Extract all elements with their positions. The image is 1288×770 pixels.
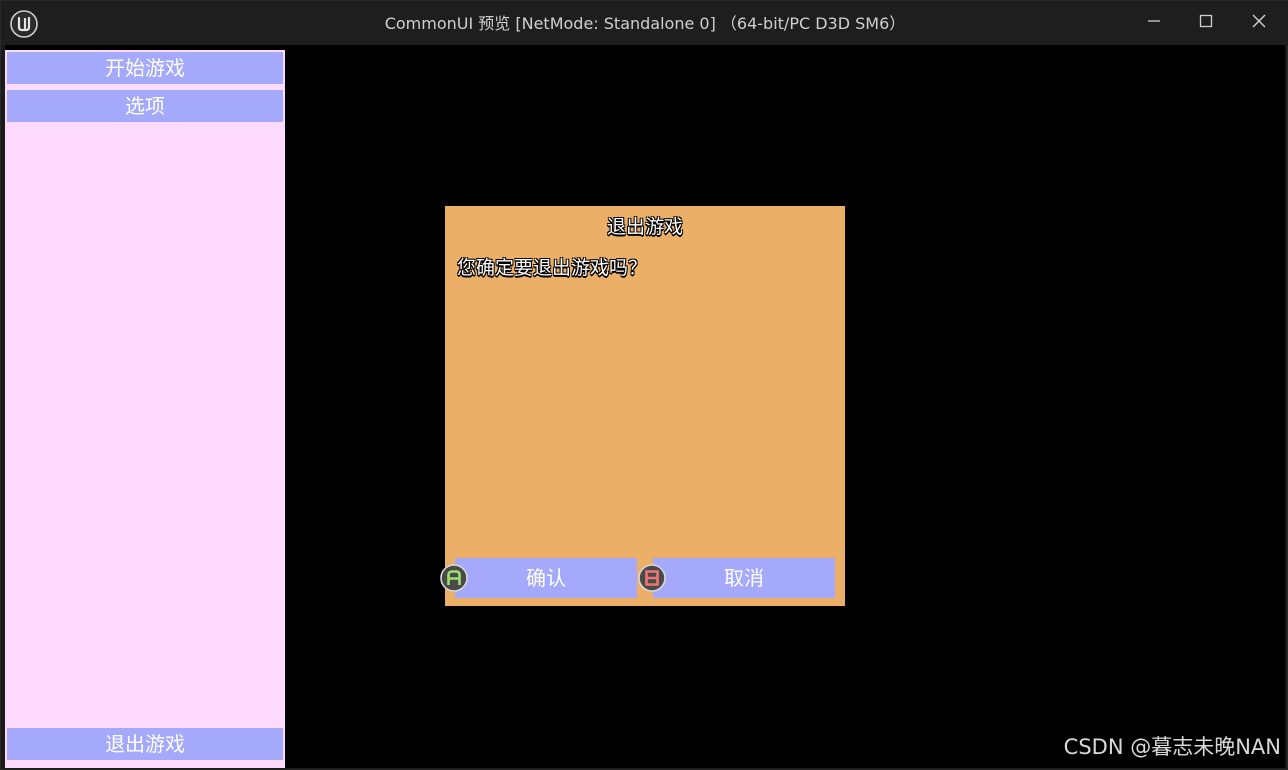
quit-game-button[interactable]: 退出游戏 <box>7 728 283 760</box>
main-menu-sidebar: 开始游戏 选项 退出游戏 <box>5 50 285 768</box>
title-bar[interactable]: CommonUI 预览 [NetMode: Standalone 0] （64-… <box>1 1 1288 45</box>
start-game-button[interactable]: 开始游戏 <box>7 52 283 84</box>
editor-window: CommonUI 预览 [NetMode: Standalone 0] （64-… <box>0 0 1288 770</box>
window-title: CommonUI 预览 [NetMode: Standalone 0] （64-… <box>384 14 906 33</box>
gamepad-a-button-icon <box>440 564 468 592</box>
minimize-icon <box>1148 20 1160 22</box>
maximize-button[interactable] <box>1186 7 1226 35</box>
dialog-title: 退出游戏 <box>606 216 683 238</box>
close-icon <box>1252 14 1266 28</box>
game-viewport: 开始游戏 选项 退出游戏 退出游戏 您确定要退出游戏吗？ 确认 取消 CSDN … <box>5 45 1285 768</box>
confirm-button[interactable]: 确认 <box>455 558 637 598</box>
minimize-button[interactable] <box>1134 7 1174 35</box>
dialog-message: 您确定要退出游戏吗？ <box>457 257 648 279</box>
options-button[interactable]: 选项 <box>7 90 283 122</box>
quit-confirm-dialog: 退出游戏 您确定要退出游戏吗？ 确认 取消 <box>440 206 845 606</box>
gamepad-b-button-icon <box>638 564 666 592</box>
cancel-button[interactable]: 取消 <box>653 558 835 598</box>
csdn-watermark: CSDN @暮志未晚NAN <box>1063 735 1281 759</box>
maximize-icon <box>1199 14 1213 28</box>
close-button[interactable] <box>1239 7 1279 35</box>
